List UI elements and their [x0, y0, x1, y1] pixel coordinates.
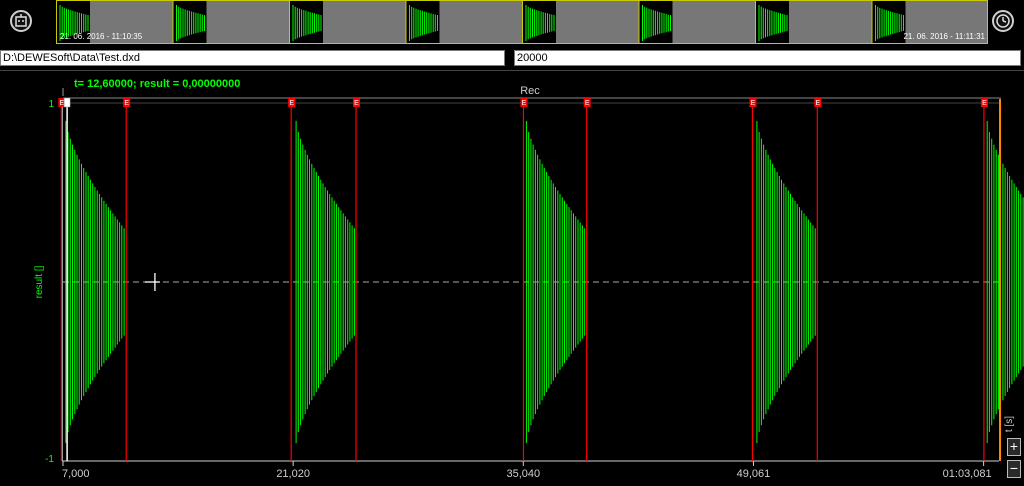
x-axis-label: t [s]	[1004, 416, 1015, 432]
y-tick-label: 1	[48, 99, 54, 110]
zoom-out-button[interactable]: −	[1007, 460, 1021, 478]
robot-icon	[15, 14, 27, 27]
overview-thumbnails	[57, 1, 906, 43]
signal-burst	[756, 120, 816, 444]
event-marker-label: E	[124, 100, 129, 107]
overview-segment	[523, 1, 640, 43]
event-marker-label: E	[585, 100, 590, 107]
overview-segment	[639, 1, 756, 43]
white-marker-tag[interactable]	[63, 97, 71, 108]
signal-burst	[295, 120, 355, 444]
file-path-field[interactable]: D:\DEWESoft\Data\Test.dxd	[0, 50, 505, 66]
event-marker-label: E	[522, 100, 527, 107]
plus-icon: +	[1009, 438, 1019, 454]
signal-trace	[525, 120, 586, 444]
event-marker-label: E	[354, 100, 359, 107]
event-marker-label: E	[815, 100, 820, 107]
top-toolbar: 21. 06. 2016 - 11:10:35 21. 06. 2016 - 1…	[0, 0, 1024, 80]
signal-burst	[986, 120, 1024, 444]
signal-trace	[65, 120, 125, 444]
zoom-in-button[interactable]: +	[1007, 438, 1021, 456]
signal-trace	[295, 120, 355, 444]
y-tick-label: -1	[45, 454, 54, 465]
x-tick-label: 35,040	[506, 468, 540, 480]
recorder-chart[interactable]: E E E E E E E E E t= 12,60000; result = 0,000000…	[0, 72, 1024, 486]
overview-segment	[173, 1, 290, 43]
overview-segment	[406, 1, 523, 43]
event-marker-label: E	[60, 100, 65, 107]
crosshair-icon[interactable]	[144, 273, 160, 291]
overview-segment	[290, 1, 407, 43]
overview-segment	[756, 1, 873, 43]
minus-icon: −	[1009, 460, 1019, 476]
overview-end-time: 21. 06. 2016 - 11:11:31	[903, 32, 985, 41]
signal-trace	[986, 120, 1024, 444]
event-marker-label: E	[982, 100, 987, 107]
recording-overview[interactable]: 21. 06. 2016 - 11:10:35 21. 06. 2016 - 1…	[56, 0, 988, 44]
clock-icon	[996, 14, 1010, 28]
x-tick-label: 49,061	[737, 468, 771, 480]
signal-burst	[65, 120, 125, 444]
event-marker-label: E	[289, 100, 294, 107]
x-tick-label: 01:03,081	[943, 468, 992, 480]
cursor-readout: t= 12,60000; result = 0,00000000	[74, 78, 240, 90]
toolbar-divider	[0, 70, 1024, 71]
clock-button[interactable]	[992, 10, 1014, 32]
signal-trace	[756, 120, 816, 444]
sample-count-field[interactable]: 20000	[514, 50, 1021, 66]
y-axis-label: result []	[34, 265, 45, 298]
overview-start-time: 21. 06. 2016 - 11:10:35	[60, 32, 143, 41]
event-marker-label: E	[751, 100, 756, 107]
signal-burst	[525, 120, 586, 444]
robot-button[interactable]	[10, 10, 32, 32]
x-tick-label: 21,020	[276, 468, 310, 480]
chart-title: Rec	[520, 85, 540, 97]
x-tick-label: 7,000	[62, 468, 90, 480]
